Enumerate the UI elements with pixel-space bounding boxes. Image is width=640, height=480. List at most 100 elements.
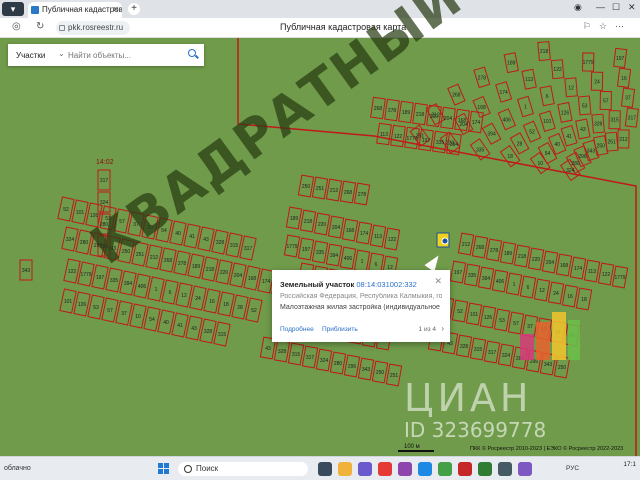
weather-widget[interactable]: облачно [4,465,31,472]
parcel-label: 296 [578,154,587,160]
browser-window: ▾ Публичная кадастровая ✕ + ◉ — ☐ ✕ ◎ ↻ … [0,0,640,480]
parcel-label: 126 [78,302,87,308]
language-indicator[interactable]: РУС [566,465,579,472]
security-icon[interactable]: ◎ [12,21,21,32]
close-icon[interactable]: ✕ [434,276,442,287]
parcel-label: 101 [470,312,479,318]
parcel-label: 394 [124,281,133,287]
task-view-icon[interactable] [318,462,332,476]
parcel-label: 1 [513,282,516,288]
parcel-label: 268 [476,245,485,251]
parcel-label: 10 [537,161,543,167]
parcel-label: 197 [616,56,625,62]
browser-actions[interactable]: ⚐☆⋯ [583,21,632,32]
parcel-label: 1 [524,105,527,111]
parcel-label: 41 [566,134,572,140]
parcel-label: 43 [203,237,209,243]
excel-icon[interactable] [478,462,492,476]
parcel-address: Российская Федерация, Республика Калмыки… [280,293,442,300]
parcel-label: 1779 [583,60,594,66]
new-tab-button[interactable]: + [128,3,140,15]
parcel-label: 317 [628,116,637,122]
parcel-label: 212 [619,137,628,143]
parcel-label: 220 [532,257,541,263]
parcel-label: 126 [484,315,493,321]
parcel-label: 189 [504,251,513,257]
app-icon[interactable] [518,462,532,476]
parcel-label: 18 [507,154,513,160]
parcel-label: 113 [525,77,533,83]
parcel-use: Малоэтажная жилая застройка (индивидуаль… [280,304,442,311]
parcel-label: 315 [218,332,227,338]
parcel-label: 212 [462,242,471,248]
parcel-label: 6 [527,285,530,291]
parcel-label: 126 [561,110,570,116]
parcel-label: 12 [568,85,574,91]
parcel-label: 24 [195,296,201,302]
parcel-label: 18 [581,297,587,303]
parcel-label: 280 [80,240,89,246]
tab-pkk[interactable]: Публичная кадастровая ✕ [28,2,122,18]
taskbar: облачно Поиск РУС 17:1 [0,456,640,480]
parcel-label: 218 [416,112,425,118]
chevron-right-icon[interactable]: › [441,324,444,333]
parcel-label: 41 [177,323,183,329]
parcel-label: 16 [621,76,627,82]
parcel-label: 406 [496,279,505,285]
app-icon[interactable] [358,462,372,476]
profile-icon[interactable]: ◉ [574,2,582,13]
minimize-icon[interactable]: — [596,2,605,12]
parcel-label: 168 [560,263,569,269]
zoom-link[interactable]: Приблизить [322,326,358,333]
parcel-label: 28 [237,305,243,311]
parcel-label: 268 [164,258,173,264]
yandex-icon[interactable] [378,462,392,476]
close-tab-icon[interactable]: ✕ [112,2,119,18]
reload-icon[interactable]: ↻ [36,21,44,32]
file-explorer-icon[interactable] [338,462,352,476]
parcel-label: 10 [135,314,141,320]
taskbar-search[interactable]: Поиск [178,462,308,476]
clock[interactable]: 17:1 [623,461,636,468]
parcel-label: 37 [121,311,127,317]
search-input[interactable] [68,48,178,62]
parcel-label: 52 [63,207,69,213]
tab-menu-button[interactable]: ▾ [2,2,24,16]
app-icon[interactable] [498,462,512,476]
parcel-label: 268 [374,106,383,112]
popup-heading-text: Земельный участок [280,280,355,289]
parcel-label: 16 [209,299,215,305]
parcel-label: 197 [454,270,463,276]
parcel-label: 328 [204,329,213,335]
parcel-label: 1 [361,259,364,265]
block-label: 14:02 [96,159,114,166]
parcel-label: 315 [474,347,483,353]
search-icon[interactable] [188,49,196,57]
parcel-label: 394 [487,132,496,138]
cadastral-number-link[interactable]: 08:14:031002:332 [356,280,416,289]
chrome-icon[interactable] [438,462,452,476]
parcel-label: 37 [625,96,631,102]
parcel-label: 278 [478,75,487,81]
parcel-label: 204 [444,116,453,122]
parcel-label: 40 [554,142,560,148]
parcel-label: 101 [76,210,85,216]
details-link[interactable]: Подробнее [280,326,314,333]
maximize-icon[interactable]: ☐ [612,2,620,13]
app-icon[interactable] [398,462,412,476]
parcel-label: 24 [594,79,600,85]
url-field[interactable]: pkk.rosreestr.ru [56,21,130,35]
parcel-label: 280 [571,161,580,167]
chevron-down-icon[interactable]: ⌄ [58,49,65,58]
edge-icon[interactable] [418,462,432,476]
popup-heading: Земельный участок 08:14:031002:332 [280,280,417,289]
close-window-icon[interactable]: ✕ [628,2,636,13]
app-icon[interactable] [458,462,472,476]
start-button[interactable] [158,463,170,475]
search-type-select[interactable]: Участки [16,51,45,60]
parcel-label: 189 [402,110,411,116]
parcel-label: 317 [244,246,253,252]
parcel-label: 278 [358,192,367,198]
parcel-label: 204 [234,273,243,279]
parcel-label: 57 [603,98,609,104]
